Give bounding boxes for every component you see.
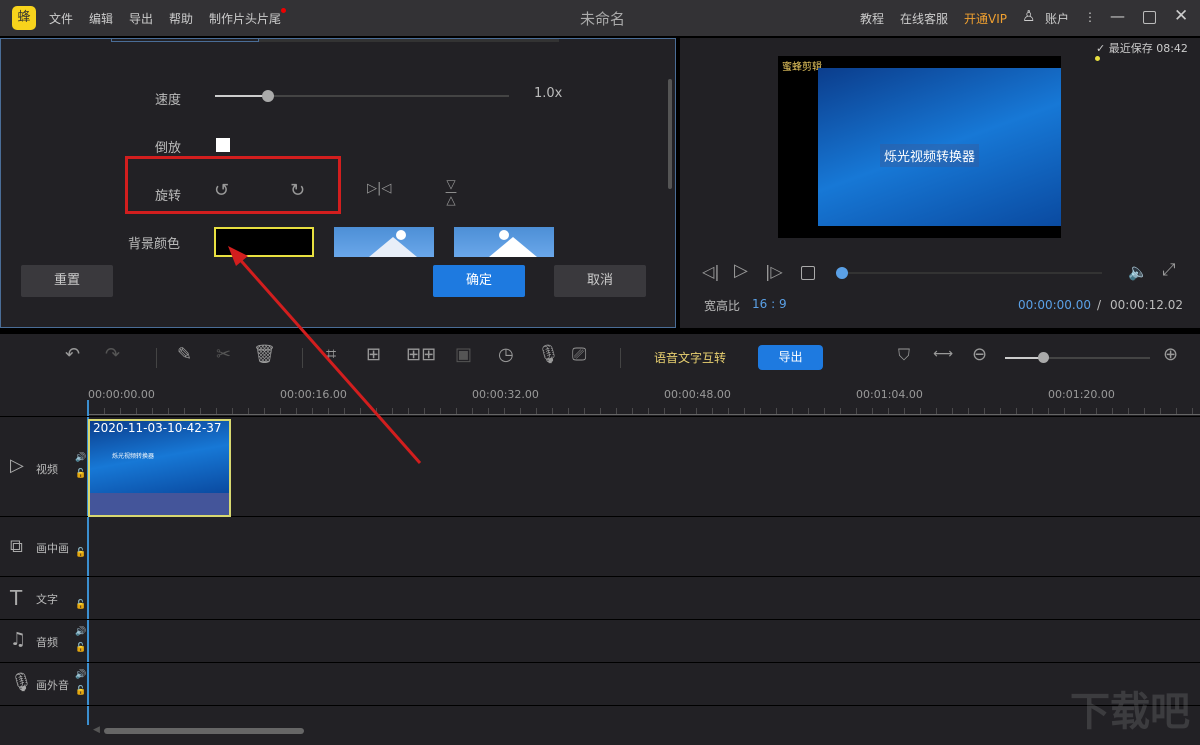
- annotation-arrow: [228, 246, 422, 464]
